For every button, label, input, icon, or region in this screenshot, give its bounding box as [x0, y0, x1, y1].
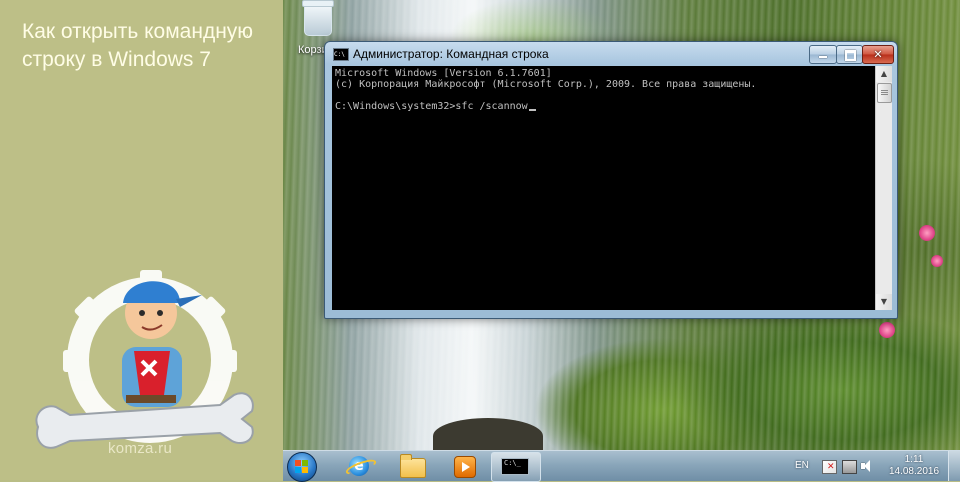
recycle-bin-icon	[302, 0, 334, 36]
media-player-icon	[454, 456, 476, 478]
vertical-scrollbar[interactable]: ▲ ▼	[875, 66, 892, 310]
action-center-flag-icon[interactable]	[822, 460, 837, 474]
brand-label: komza.ru	[108, 440, 173, 457]
window-titlebar[interactable]: C:\ Администратор: Командная строка ✕	[325, 42, 897, 66]
internet-explorer-icon: e	[349, 456, 369, 476]
scroll-up-arrow-icon[interactable]: ▲	[876, 66, 892, 82]
flower-decoration	[931, 255, 943, 267]
console-line: Microsoft Windows [Version 6.1.7601]	[335, 68, 552, 79]
scrollbar-thumb[interactable]	[877, 83, 892, 103]
language-indicator[interactable]: EN	[795, 460, 809, 471]
taskbar-explorer[interactable]	[387, 452, 437, 480]
scroll-down-arrow-icon[interactable]: ▼	[876, 294, 892, 310]
window-title: Администратор: Командная строка	[353, 47, 549, 61]
show-desktop-button[interactable]	[948, 451, 960, 481]
network-icon[interactable]	[842, 460, 857, 474]
maximize-button[interactable]	[836, 45, 863, 64]
command-prompt-icon: C:\_	[501, 458, 529, 475]
flower-decoration	[919, 225, 935, 241]
console-prompt-line[interactable]: C:\Windows\system32>sfc /scannow	[335, 101, 872, 112]
taskbar-media-player[interactable]	[440, 452, 490, 480]
banner-title: Как открыть командную строку в Windows 7	[22, 20, 254, 71]
folder-icon	[400, 454, 426, 478]
taskbar: e C:\_ EN 1:11 14.08.2016	[283, 450, 960, 482]
wallpaper-rock	[433, 418, 543, 450]
windows-logo-icon	[295, 460, 309, 474]
clock-date: 14.08.2016	[888, 466, 940, 477]
text-cursor	[528, 109, 536, 111]
clock-time: 1:11	[904, 454, 924, 465]
close-button[interactable]: ✕	[862, 45, 894, 64]
console-app-icon[interactable]: C:\	[333, 48, 349, 61]
taskbar-command-prompt[interactable]: C:\_	[491, 452, 541, 482]
system-clock[interactable]: 1:11 14.08.2016	[886, 454, 942, 478]
command-prompt-window[interactable]: C:\ Администратор: Командная строка ✕ Mi…	[324, 41, 898, 319]
console-output[interactable]: Microsoft Windows [Version 6.1.7601] (c)…	[332, 66, 875, 310]
banner-dot: ·	[245, 26, 250, 42]
taskbar-internet-explorer[interactable]: e	[334, 452, 384, 480]
console-line: (c) Корпорация Майкрософт (Microsoft Cor…	[335, 79, 757, 90]
console-command: C:\Windows\system32>sfc /scannow	[335, 101, 528, 112]
start-button[interactable]	[287, 452, 317, 482]
volume-icon[interactable]	[861, 460, 874, 472]
close-icon: ✕	[873, 48, 883, 61]
minimize-button[interactable]	[809, 45, 837, 64]
article-banner: Как открыть командную строку в Windows 7…	[0, 0, 283, 480]
flower-decoration	[879, 322, 895, 338]
mascot-gear-illustration	[35, 270, 254, 449]
mascot-figure	[122, 281, 202, 407]
